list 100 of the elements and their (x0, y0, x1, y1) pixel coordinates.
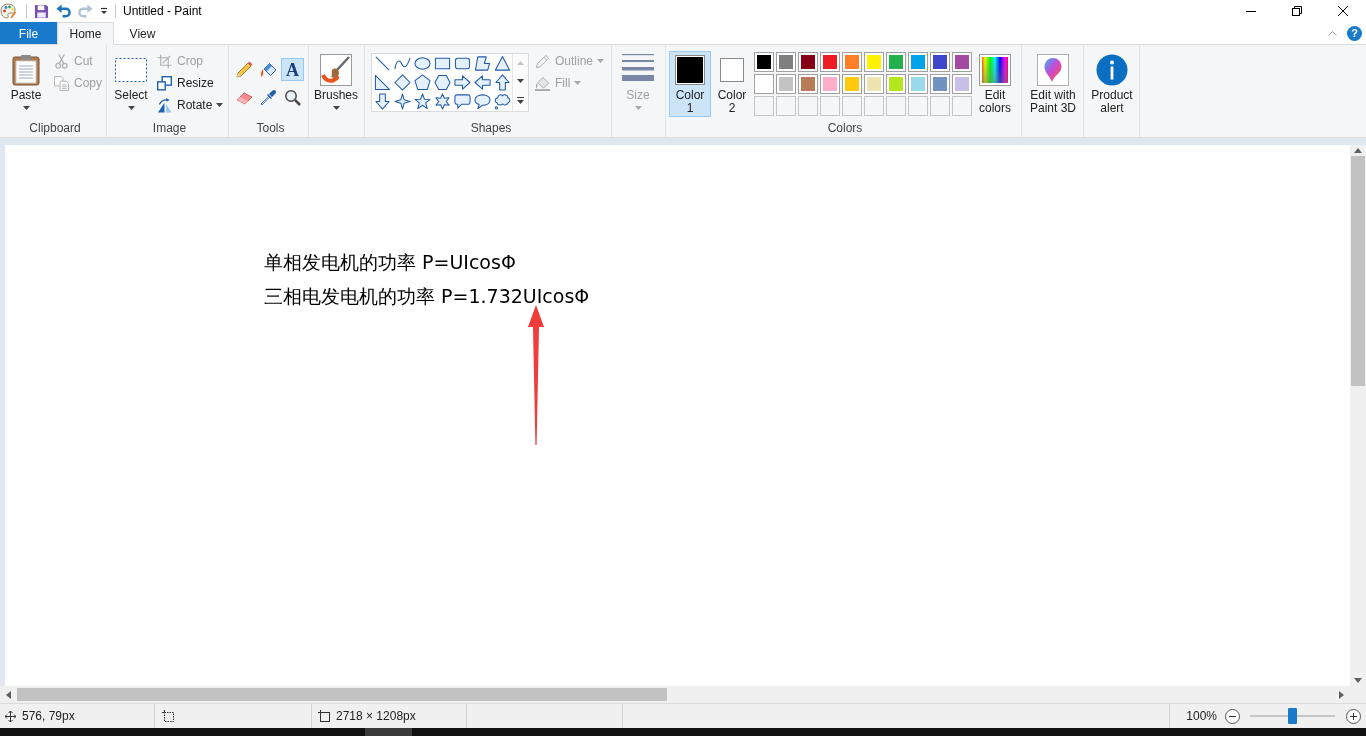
color-select-button[interactable]: Color 1 (669, 51, 711, 117)
hexagon-icon[interactable] (433, 74, 451, 91)
diamond-icon[interactable] (393, 74, 411, 91)
caret-icon (332, 106, 340, 110)
horizontal-scrollbar[interactable] (0, 686, 1350, 703)
color-swatch-icon[interactable] (864, 52, 884, 72)
scroll-down-icon[interactable] (1354, 678, 1362, 683)
oval-callout-icon[interactable] (473, 93, 491, 110)
six-point-star-icon[interactable] (433, 93, 451, 110)
color-swatch-icon[interactable] (776, 52, 796, 72)
color-swatch-icon[interactable] (930, 74, 950, 94)
rounded-callout-icon[interactable] (453, 93, 471, 110)
down-arrow-icon[interactable] (373, 93, 391, 110)
color-drop-icon (1037, 54, 1069, 86)
rotate-icon (157, 97, 172, 113)
crop-icon (157, 53, 172, 69)
polygon-icon[interactable] (473, 55, 491, 72)
line-width-icon (622, 54, 654, 81)
empty-swatch-icon (842, 96, 862, 116)
drawing-canvas[interactable]: 单相发电机的功率 P=UIcosΦ 三相电发电机的功率 P=1.732UIcosΦ (5, 145, 1350, 686)
color-swatch-icon[interactable] (908, 74, 928, 94)
scrollbar-thumb[interactable] (17, 688, 667, 701)
resize-button[interactable]: Resize (154, 72, 227, 94)
color-swatch-icon[interactable] (820, 74, 840, 94)
cloud-callout-icon[interactable] (493, 93, 511, 110)
paint-bucket-icon (535, 75, 550, 91)
save-icon[interactable] (34, 3, 49, 19)
file-menu-tab[interactable]: File (0, 22, 57, 44)
four-point-star-icon[interactable] (393, 93, 411, 110)
product-alert-button[interactable]: Product alert (1086, 48, 1138, 118)
image-size-icon (318, 710, 330, 722)
color-swatch-icon[interactable] (930, 52, 950, 72)
info-icon (1096, 54, 1128, 86)
color-swatch-icon[interactable] (842, 74, 862, 94)
up-arrow-icon[interactable] (493, 74, 511, 91)
color-swatch-icon[interactable] (952, 52, 972, 72)
rectangle-icon[interactable] (433, 55, 451, 72)
close-icon[interactable] (1338, 6, 1348, 16)
caret-icon (597, 59, 605, 63)
window-title: Untitled - Paint (123, 4, 202, 18)
eyedropper-icon (260, 89, 277, 106)
rotate-button[interactable]: Rotate (154, 94, 227, 116)
selection-size-icon (162, 710, 174, 722)
minimize-icon[interactable] (1246, 10, 1256, 12)
color-swatch-icon[interactable] (886, 52, 906, 72)
empty-swatch-icon (930, 96, 950, 116)
line-icon[interactable] (373, 55, 391, 72)
right-arrow-icon[interactable] (453, 74, 471, 91)
scrollbar-thumb[interactable] (1351, 156, 1365, 386)
scroll-up-icon[interactable] (1354, 148, 1362, 153)
curve-icon[interactable] (393, 55, 411, 72)
dropdown-icon[interactable] (100, 7, 108, 15)
group-label: Shapes (470, 120, 512, 137)
color-swatch-icon[interactable] (820, 52, 840, 72)
undo-icon[interactable] (56, 3, 71, 19)
brushes-button[interactable]: Brushes (312, 48, 360, 118)
zoom-out-icon[interactable] (1225, 708, 1240, 724)
ribbon-tab[interactable]: Home (57, 22, 114, 45)
color-swatch-icon[interactable] (798, 74, 818, 94)
vertical-scrollbar[interactable] (1350, 145, 1366, 686)
image-size: 2718 × 1208px (336, 709, 416, 723)
palette-icon[interactable] (0, 3, 16, 19)
color-swatch-icon[interactable] (754, 74, 774, 94)
caret-icon (574, 81, 582, 85)
scroll-left-icon[interactable] (6, 690, 11, 699)
color-swatch-icon[interactable] (842, 52, 862, 72)
color-swatch-icon[interactable] (798, 52, 818, 72)
slider-thumb[interactable] (1288, 708, 1297, 724)
left-arrow-icon[interactable] (473, 74, 491, 91)
empty-swatch-icon (908, 96, 928, 116)
color-swatch-icon[interactable] (886, 74, 906, 94)
caret-icon (127, 106, 135, 110)
pentagon-icon[interactable] (413, 74, 431, 91)
expand-gallery-icon[interactable] (517, 97, 524, 104)
ribbon-tab[interactable]: View (114, 22, 171, 44)
scroll-right-icon[interactable] (1339, 690, 1344, 699)
five-point-star-icon[interactable] (413, 93, 431, 110)
collapse-ribbon-icon[interactable] (1328, 30, 1337, 36)
select-button[interactable]: Select (111, 48, 151, 118)
group-label: Tools (256, 120, 285, 137)
scroll-down-icon[interactable] (517, 79, 524, 83)
color-swatch-icon[interactable] (908, 52, 928, 72)
text-tool-button[interactable]: A (281, 58, 304, 81)
empty-swatch-icon (776, 96, 796, 116)
color-swatch-icon[interactable] (754, 52, 774, 72)
color-select-button[interactable]: Color 2 (714, 51, 750, 117)
color-swatch-icon[interactable] (952, 74, 972, 94)
color-swatch-icon[interactable] (864, 74, 884, 94)
help-button[interactable]: ? (1347, 25, 1362, 41)
right-triangle-icon[interactable] (373, 74, 391, 91)
edit-colors-button[interactable]: Edit colors (976, 48, 1014, 118)
paste-button[interactable]: Paste (4, 48, 48, 118)
color-swatch-icon[interactable] (776, 74, 796, 94)
zoom-in-icon[interactable] (1346, 708, 1361, 724)
restore-icon[interactable] (1292, 6, 1302, 16)
triangle-icon[interactable] (493, 55, 511, 72)
edit-with-paint-3d-button[interactable]: Edit with Paint 3D (1024, 48, 1082, 118)
empty-swatch-icon (952, 96, 972, 116)
canvas-text: 三相电发电机的功率 P=1.732UIcosΦ (264, 284, 590, 309)
dashed-rectangle-icon (115, 58, 147, 82)
